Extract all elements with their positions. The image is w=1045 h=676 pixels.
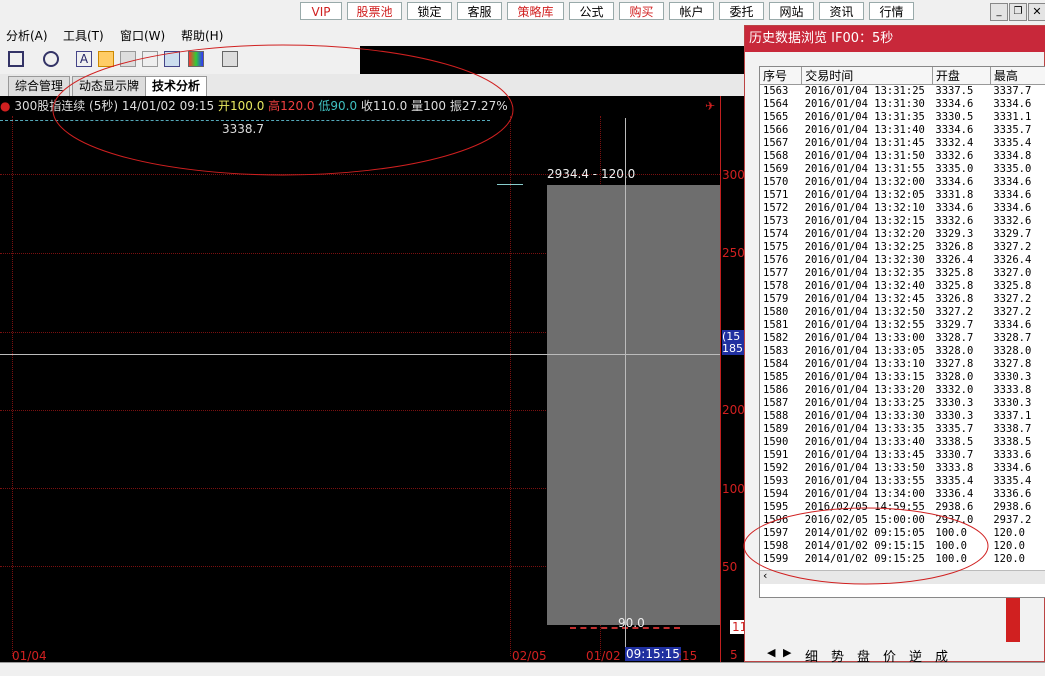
annotation-overlay [52, 44, 989, 585]
